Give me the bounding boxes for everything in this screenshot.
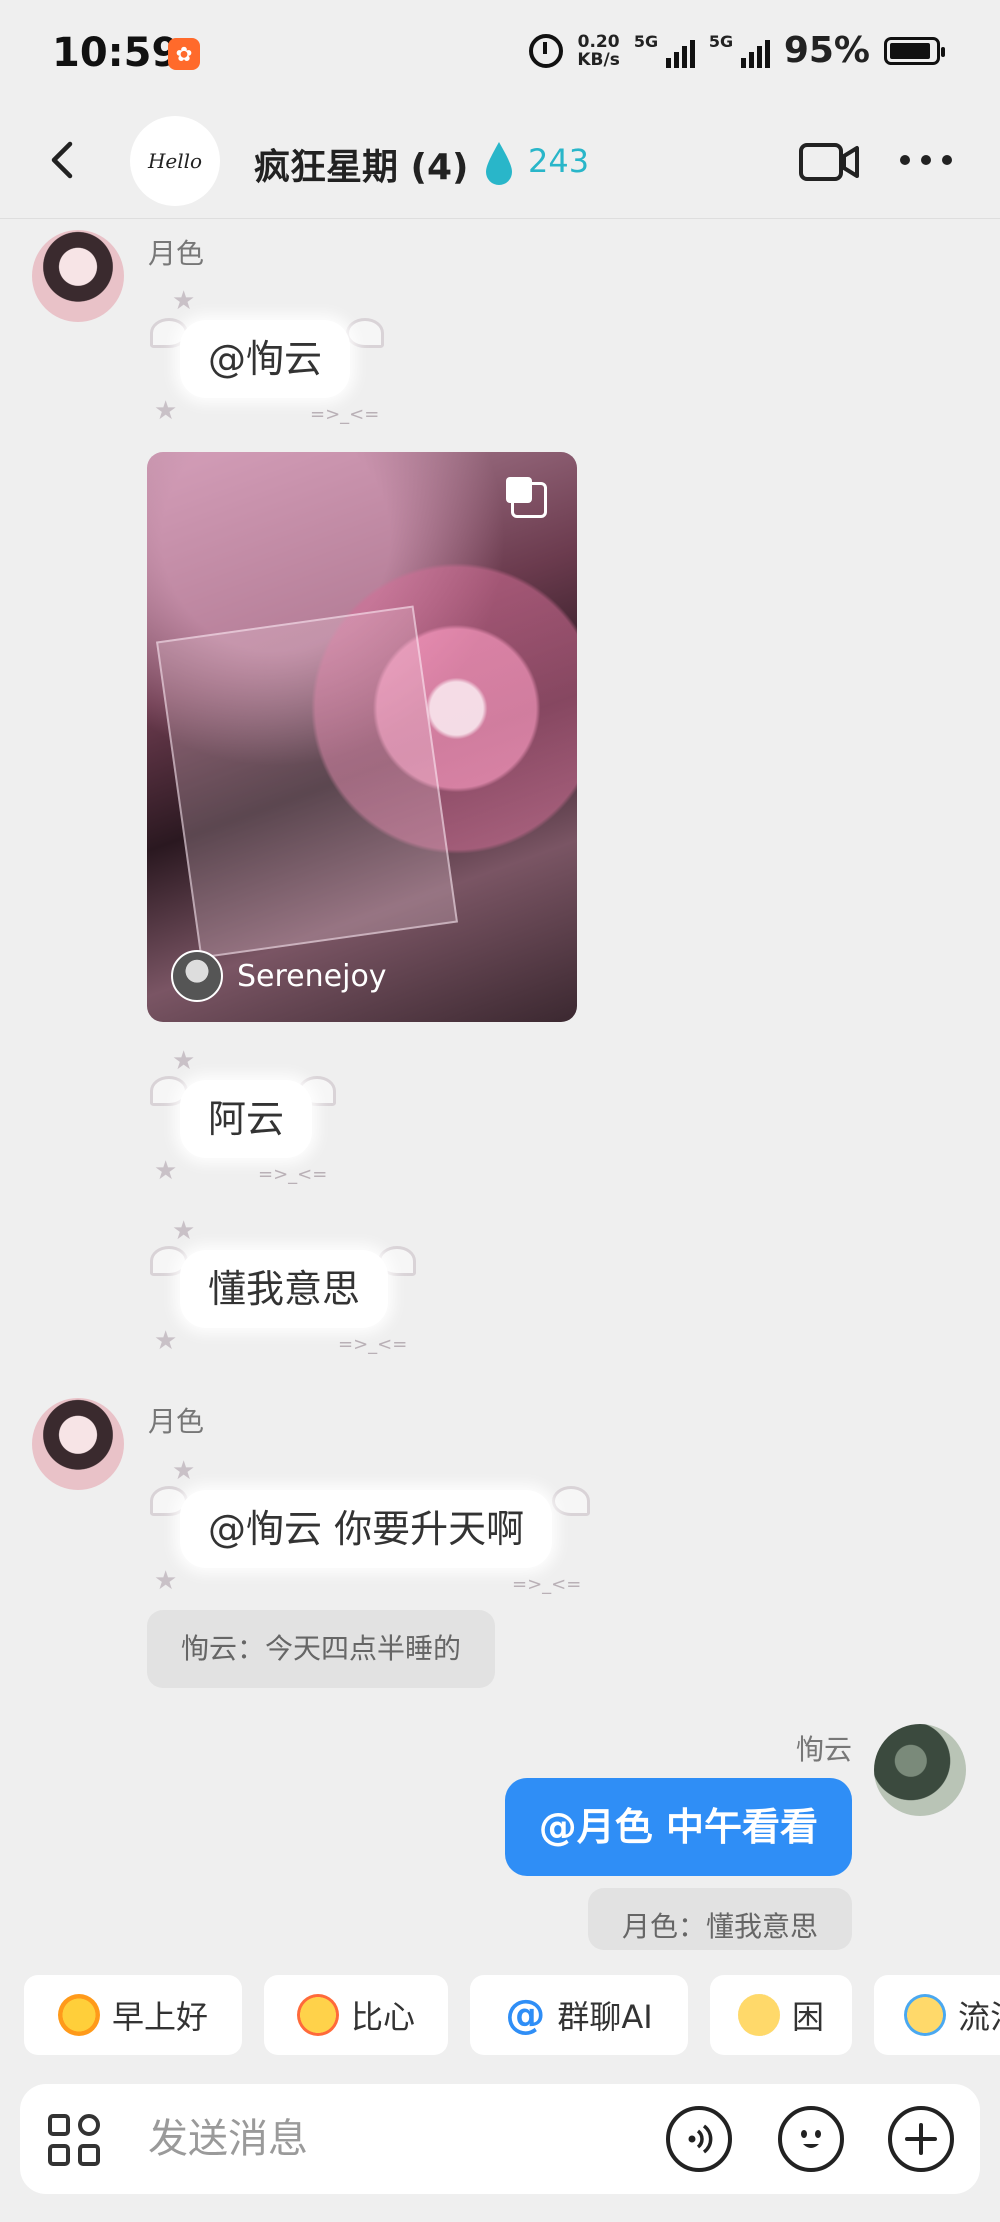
quoted-reply[interactable]: 恂云：今天四点半睡的 xyxy=(147,1610,496,1688)
app-notification-icon: ✿ xyxy=(168,38,200,70)
sender-name: 月色 xyxy=(148,1405,205,1438)
quick-reply-heart[interactable]: 比心 xyxy=(264,1975,448,2055)
status-bar: 10:59 ✿ 0.20 KB/s 5G 5G 95% xyxy=(0,0,1000,110)
quick-reply-label: 群聊AI xyxy=(557,1998,653,2036)
chat-title[interactable]: 疯狂星期 (4) xyxy=(254,138,469,190)
network-speed-value: 0.20 xyxy=(577,31,620,52)
bubble-face-decoration: =>_<= xyxy=(512,1574,582,1595)
voice-input-icon[interactable] xyxy=(666,2106,732,2172)
avatar-self[interactable] xyxy=(874,1724,966,1816)
bubble-star-decoration: ★ xyxy=(154,1326,178,1356)
network-speed: 0.20 KB/s xyxy=(577,33,619,69)
quick-reply-crying[interactable]: 流泪 xyxy=(874,1975,1000,2055)
sun-face-emoji-icon xyxy=(57,1994,100,2036)
bubble-star-decoration: ★ xyxy=(172,1456,196,1486)
message-bubble[interactable]: 阿云 xyxy=(180,1080,313,1158)
group-avatar[interactable]: Hello xyxy=(130,116,220,206)
quoted-reply[interactable]: 月色：懂我意思 xyxy=(587,1888,852,1950)
avatar-yuese[interactable] xyxy=(32,230,124,322)
bubble-star-decoration: ★ xyxy=(172,1046,196,1076)
quick-reply-label: 比心 xyxy=(350,1998,415,2036)
bubble-face-decoration: =>_<= xyxy=(338,1334,408,1355)
alarm-icon xyxy=(529,33,564,68)
emoji-picker-icon[interactable] xyxy=(778,2106,844,2172)
my-message-bubble[interactable]: @月色 中午看看 xyxy=(504,1778,852,1876)
message-bubble[interactable]: @恂云 你要升天啊 xyxy=(180,1490,553,1568)
sim2-label: 5G xyxy=(708,31,734,51)
heart-hand-emoji-icon xyxy=(296,1994,339,2036)
status-indicators: 0.20 KB/s 5G 5G 95% xyxy=(529,30,945,71)
chat-header: Hello 疯狂星期 (4) 243 xyxy=(0,110,1000,220)
add-attachment-icon[interactable] xyxy=(888,2106,954,2172)
bubble-star-decoration: ★ xyxy=(154,396,178,426)
bubble-face-decoration: =>_<= xyxy=(258,1164,328,1185)
spark-count: 243 xyxy=(528,142,590,180)
crying-face-emoji-icon xyxy=(904,1994,946,2036)
bubble-star-decoration: ★ xyxy=(154,1566,178,1596)
header-divider xyxy=(0,218,1000,219)
bubble-face-decoration: =>_<= xyxy=(310,404,380,425)
network-speed-unit: KB/s xyxy=(577,49,620,70)
quick-reply-good-morning[interactable]: 早上好 xyxy=(24,1975,242,2055)
quick-reply-label: 流泪 xyxy=(958,1998,1000,2036)
battery-percent: 95% xyxy=(783,30,870,71)
more-options-icon[interactable] xyxy=(900,150,960,170)
quick-reply-sleepy[interactable]: 困 xyxy=(710,1975,852,2055)
water-drop-icon xyxy=(486,142,512,185)
message-bubble[interactable]: 懂我意思 xyxy=(180,1250,389,1328)
bubble-star-decoration: ★ xyxy=(154,1156,178,1186)
signal-icon-1: 5G xyxy=(633,31,695,68)
bubble-star-decoration: ★ xyxy=(172,286,196,316)
sender-name: 月色 xyxy=(148,237,205,270)
apps-grid-icon[interactable] xyxy=(48,2114,104,2170)
quick-reply-bar: 早上好 比心 @ 群聊AI 困 流泪 xyxy=(0,1975,1000,2059)
at-icon: @ xyxy=(505,1992,546,2038)
video-call-icon[interactable] xyxy=(798,140,860,184)
multiple-images-icon xyxy=(506,477,547,518)
sender-name: 恂云 xyxy=(795,1733,852,1766)
shared-image-card[interactable]: Serenejoy xyxy=(147,452,577,1022)
image-card-illustration xyxy=(155,605,459,959)
message-input-bar xyxy=(20,2084,980,2194)
battery-icon xyxy=(884,36,945,65)
quick-reply-label: 早上好 xyxy=(111,1998,208,2036)
avatar-yuese[interactable] xyxy=(32,1398,124,1490)
quick-reply-group-ai[interactable]: @ 群聊AI xyxy=(470,1975,688,2055)
message-bubble[interactable]: @恂云 xyxy=(180,320,351,398)
image-card-footer: Serenejoy xyxy=(171,950,387,1002)
message-input[interactable] xyxy=(148,2104,648,2174)
back-arrow-icon[interactable] xyxy=(44,140,84,180)
bubble-star-decoration: ★ xyxy=(172,1216,196,1246)
quick-reply-label: 困 xyxy=(791,1998,824,2036)
sleepy-face-emoji-icon xyxy=(737,1994,780,2036)
bubble-wing-decoration xyxy=(552,1486,590,1516)
bubble-wing-decoration xyxy=(346,318,384,348)
sim1-label: 5G xyxy=(633,31,659,51)
signal-icon-2: 5G xyxy=(708,31,770,68)
image-author-avatar xyxy=(171,950,223,1002)
image-author-name: Serenejoy xyxy=(237,958,387,994)
status-time: 10:59 xyxy=(52,30,180,76)
